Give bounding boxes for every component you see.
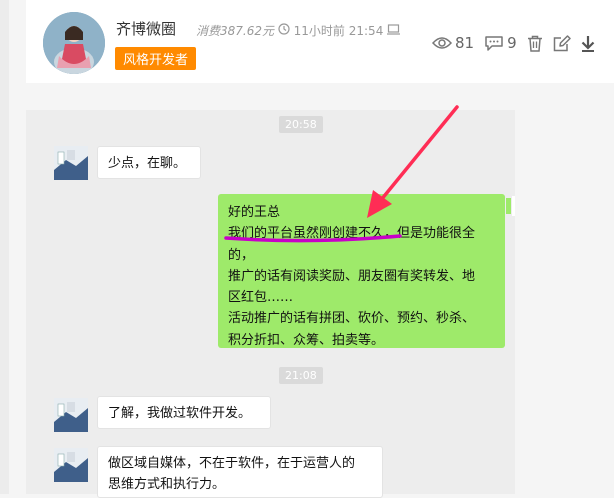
annotation-layer	[224, 105, 459, 243]
highlight-underline	[224, 234, 402, 243]
arrow-head-icon	[367, 190, 392, 218]
annotation-arrow	[379, 105, 459, 202]
